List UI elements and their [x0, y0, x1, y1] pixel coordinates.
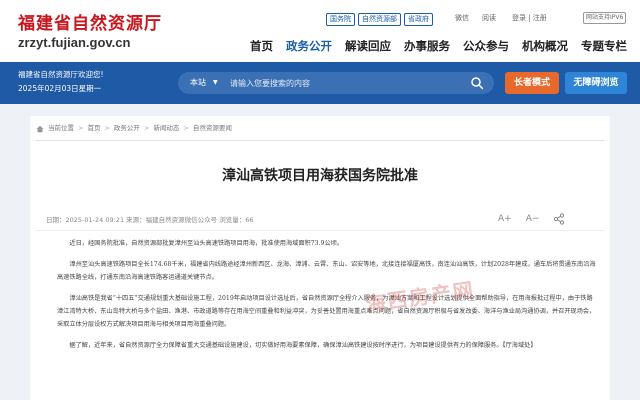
search-icon[interactable]: [470, 76, 484, 90]
login-register-link[interactable]: 登录 | 注册: [512, 14, 547, 23]
article-tools: A+ A−: [498, 212, 565, 226]
nav-item-gov-affairs[interactable]: 政务公开: [286, 38, 332, 54]
nav-item-special[interactable]: 专题专栏: [581, 38, 627, 54]
elder-mode-button[interactable]: 长者模式: [505, 72, 559, 94]
ipv6-badge: 网站支持IPV6: [583, 12, 627, 24]
share-icon[interactable]: [553, 213, 565, 225]
breadcrumb-gov-affairs[interactable]: 政务公开: [114, 124, 140, 133]
breadcrumb-separator: >: [78, 124, 84, 132]
chevron-down-icon[interactable]: ▼: [213, 77, 218, 89]
wechat-link[interactable]: 微信: [455, 14, 469, 23]
read-link[interactable]: 阅读: [482, 14, 496, 23]
search-scope-select[interactable]: 本站: [190, 77, 206, 89]
article-paragraph: 漳州至汕头高速铁路项目全长174.68千米，福建省内线路途经漳州新西区、龙海、漳…: [57, 261, 596, 281]
article-paragraph: 漳汕高铁是我省“十四五”交通规划重大基础设施工程，2019年启动项目设计选址后，…: [57, 295, 596, 328]
divider: [36, 140, 604, 141]
divider: [36, 230, 604, 231]
search-bar: 本站 ▼: [178, 72, 494, 94]
article-paragraph: 近日，经国务院批准，自然资源部批复漳州至汕头高速铁路项目用海，批准使用海域面积7…: [69, 240, 344, 247]
breadcrumb-separator: >: [104, 124, 110, 132]
breadcrumb-separator: >: [183, 124, 189, 132]
top-link-ministry[interactable]: 自然资源部: [358, 13, 401, 26]
site-logo-domain: zrzyt.fujian.gov.cn: [18, 35, 131, 50]
top-link-provincial-gov[interactable]: 省政府: [404, 13, 433, 26]
breadcrumb: 当前位置 > 首页 > 政务公开 > 新闻动态 > 自然资源要闻: [36, 124, 232, 133]
search-input[interactable]: [230, 75, 450, 91]
main-nav: 首页 政务公开 解读回应 办事服务 公众参与 机构概况 专题专栏: [250, 38, 627, 54]
breadcrumb-home[interactable]: 首页: [87, 124, 100, 133]
home-icon: [36, 125, 44, 132]
nav-item-services[interactable]: 办事服务: [404, 38, 450, 54]
site-logo-title[interactable]: 福建省自然资源厅: [18, 9, 162, 34]
article-body: 近日，经国务院批准，自然资源部批复漳州至汕头高速铁路项目用海，批准使用海域面积7…: [57, 237, 597, 360]
top-links: 国务院 自然资源部 省政府: [326, 13, 433, 26]
breadcrumb-headlines[interactable]: 自然资源要闻: [193, 124, 232, 133]
top-banner: 福建省自然资源厅欢迎您! 2025年02月03日星期一 本站 ▼ 长者模式 无障…: [0, 62, 640, 104]
site-header: 福建省自然资源厅 zrzyt.fujian.gov.cn 国务院 自然资源部 省…: [0, 0, 640, 62]
nav-item-home[interactable]: 首页: [250, 38, 273, 54]
article-card: 当前位置 > 首页 > 政务公开 > 新闻动态 > 自然资源要闻 漳汕高铁项目用…: [30, 116, 610, 400]
breadcrumb-separator: >: [143, 124, 150, 132]
nav-item-interpretation[interactable]: 解读回应: [345, 38, 391, 54]
font-decrease-button[interactable]: A−: [526, 212, 540, 226]
welcome-text: 福建省自然资源厅欢迎您!: [18, 70, 104, 79]
font-increase-button[interactable]: A+: [498, 212, 512, 226]
nav-item-participation[interactable]: 公众参与: [463, 38, 509, 54]
nav-item-about[interactable]: 机构概况: [522, 38, 568, 54]
current-date: 2025年02月03日星期一: [18, 84, 102, 93]
top-link-state-council[interactable]: 国务院: [326, 13, 355, 26]
article-title: 漳汕高铁项目用海获国务院批准: [222, 168, 418, 184]
article-meta: 日期：2025-01-24 09:21 来源：福建自然资源微信公众号 浏览量：6…: [46, 216, 254, 224]
breadcrumb-label: 当前位置: [48, 124, 74, 132]
accessible-browse-button[interactable]: 无障碍浏览: [565, 72, 627, 94]
breadcrumb-news[interactable]: 新闻动态: [153, 124, 179, 133]
article-paragraph: 据了解，近年来，省自然资源厅全力保障省重大交通基础设施建设，切实做好用海要素保障…: [69, 342, 537, 349]
